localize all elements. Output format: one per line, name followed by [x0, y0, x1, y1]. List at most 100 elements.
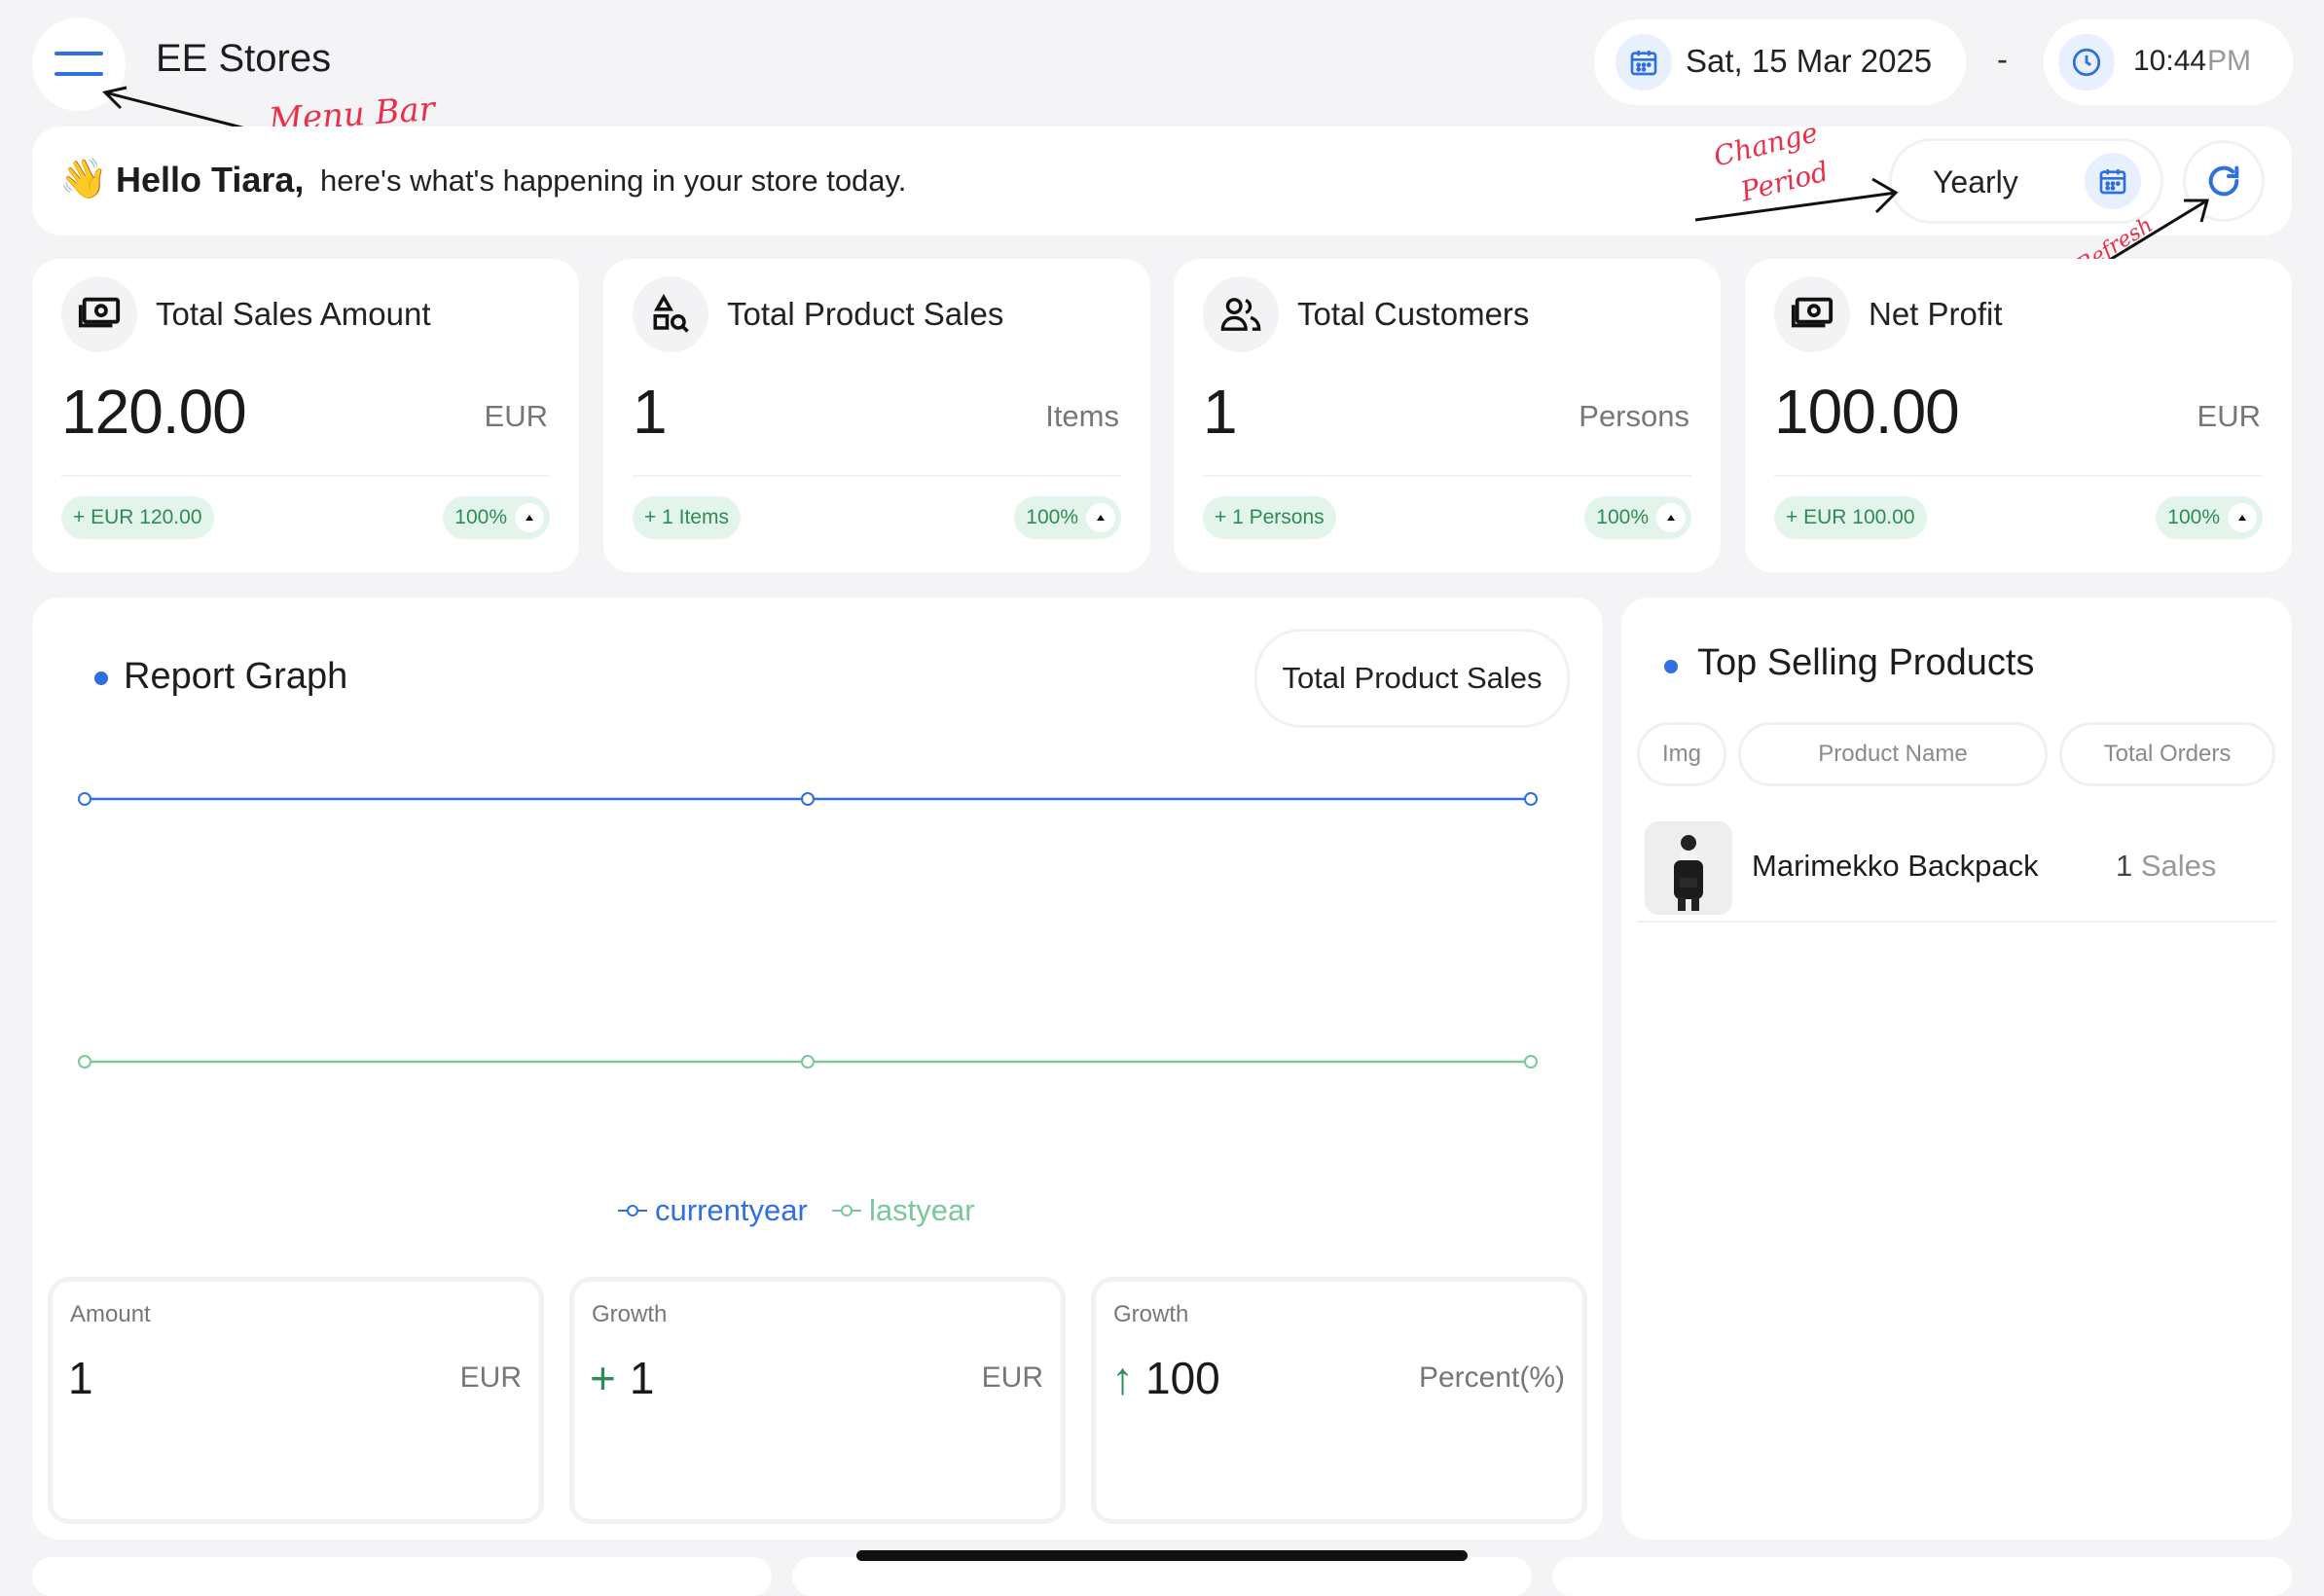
metric-value-row: ↑ 100: [1111, 1352, 1220, 1404]
metric-unit: Percent(%): [1418, 1361, 1565, 1394]
date-text: Sat, 15 Mar 2025: [1686, 43, 1933, 79]
waving-hand-icon: 👋: [59, 158, 108, 200]
top-selling-title: Top Selling Products: [1697, 642, 2035, 683]
bottom-card-2: [792, 1557, 1532, 1596]
product-sales-count: 1 Sales: [2116, 849, 2216, 884]
metric-label: Amount: [70, 1301, 151, 1327]
arrow-up-icon: [515, 503, 544, 532]
legend-lastyear[interactable]: lastyear: [832, 1193, 975, 1228]
bullet-dot: [94, 671, 108, 685]
data-point-lastyear-2[interactable]: [1524, 1055, 1538, 1069]
arrow-up-icon: [1656, 503, 1686, 532]
kpi-percent-text: 100%: [1026, 506, 1078, 528]
kpi-title: Net Profit: [1869, 296, 2003, 332]
column-header-total-orders[interactable]: Total Orders: [2059, 722, 2275, 786]
kpi-card-total-sales-amount: Total Sales Amount 120.00 EUR + EUR 120.…: [32, 259, 579, 572]
kpi-percent-badge: 100%: [443, 496, 550, 539]
kpi-percent-text: 100%: [1596, 506, 1649, 528]
kpi-percent-badge: 100%: [2156, 496, 2263, 539]
legend-label: lastyear: [869, 1193, 975, 1227]
data-point-currentyear-0[interactable]: [78, 792, 91, 806]
time-text: 10:44: [2133, 45, 2207, 77]
data-point-lastyear-1[interactable]: [801, 1055, 815, 1069]
greeting-message: here's what's happening in your store to…: [320, 163, 907, 198]
period-value: Yearly: [1933, 164, 2018, 200]
sales-count-suffix: Sales: [2140, 849, 2217, 883]
divider: [61, 475, 550, 477]
bottom-card-3: [1552, 1557, 2292, 1596]
metric-value: 1: [629, 1353, 655, 1403]
kpi-percent-badge: 100%: [1584, 496, 1691, 539]
shapes-search-icon: [633, 276, 708, 352]
legend-line-marker-icon: [618, 1205, 647, 1216]
calendar-icon: [1616, 34, 1672, 91]
report-metric-selector-label: Total Product Sales: [1282, 661, 1543, 695]
backpack-person-image: [1645, 821, 1732, 915]
kpi-unit: EUR: [2197, 399, 2261, 433]
kpi-value: 1: [633, 377, 668, 447]
report-graph-panel: Report Graph Total Product Sales current…: [32, 598, 1603, 1540]
line-chart: [78, 792, 1538, 1069]
hamburger-menu-icon: [54, 52, 103, 76]
kpi-delta-badge: + 1 Items: [633, 496, 741, 539]
kpi-delta-badge: + EUR 100.00: [1774, 496, 1927, 539]
plus-icon: +: [590, 1353, 616, 1403]
arrow-up-icon: ↑: [1111, 1353, 1134, 1403]
arrow-up-icon: [2228, 503, 2257, 532]
column-header-product-name[interactable]: Product Name: [1738, 722, 2048, 786]
table-row[interactable]: Marimekko Backpack 1 Sales: [1637, 808, 2275, 923]
data-point-lastyear-0[interactable]: [78, 1055, 91, 1069]
divider: [633, 475, 1121, 477]
kpi-title: Total Sales Amount: [156, 296, 431, 332]
home-indicator[interactable]: [856, 1550, 1468, 1561]
data-point-currentyear-2[interactable]: [1524, 792, 1538, 806]
kpi-card-net-profit: Net Profit 100.00 EUR + EUR 100.00 100%: [1745, 259, 2292, 572]
kpi-percent-text: 100%: [2167, 506, 2220, 528]
divider: [1203, 475, 1691, 477]
kpi-value: 120.00: [61, 377, 247, 447]
ampm-text: PM: [2207, 45, 2251, 77]
kpi-value: 1: [1203, 377, 1238, 447]
time-display[interactable]: 10:44 PM: [2044, 19, 2293, 105]
report-title: Report Graph: [124, 656, 348, 697]
metric-label: Growth: [592, 1301, 668, 1327]
metric-label: Growth: [1113, 1301, 1189, 1327]
kpi-percent-text: 100%: [454, 506, 507, 528]
sales-count-value: 1: [2116, 849, 2133, 883]
users-icon: [1203, 276, 1279, 352]
greeting-bar: 👋 Hello Tiara, here's what's happening i…: [32, 127, 2292, 236]
kpi-title: Total Customers: [1297, 296, 1530, 332]
kpi-percent-badge: 100%: [1014, 496, 1121, 539]
kpi-unit: Persons: [1579, 399, 1689, 433]
bullet-dot: [1664, 660, 1678, 673]
legend-label: currentyear: [655, 1193, 808, 1227]
kpi-delta-badge: + EUR 120.00: [61, 496, 214, 539]
legend-line-marker-icon: [832, 1205, 861, 1216]
data-point-currentyear-1[interactable]: [801, 792, 815, 806]
divider: [1774, 475, 2263, 477]
greeting-name: Hello Tiara,: [116, 160, 305, 200]
product-name: Marimekko Backpack: [1752, 849, 2039, 883]
kpi-delta-badge: + 1 Persons: [1203, 496, 1336, 539]
metric-value-row: +1: [590, 1352, 654, 1404]
column-header-img[interactable]: Img: [1637, 722, 1726, 786]
kpi-title: Total Product Sales: [727, 296, 1004, 332]
top-selling-panel: Top Selling Products Img Product Name To…: [1621, 598, 2292, 1540]
store-name: EE Stores: [156, 37, 332, 80]
metric-unit: EUR: [459, 1361, 522, 1394]
metric-card-growth-amount: Growth +1 EUR: [569, 1277, 1066, 1524]
arrow-up-icon: [1086, 503, 1115, 532]
date-display[interactable]: Sat, 15 Mar 2025: [1594, 19, 1966, 105]
metric-value: 100: [1145, 1353, 1220, 1403]
bottom-card-1: [32, 1557, 772, 1596]
kpi-value: 100.00: [1774, 377, 1960, 447]
report-metric-selector[interactable]: Total Product Sales: [1254, 629, 1570, 728]
kpi-unit: EUR: [484, 399, 548, 433]
metric-unit: EUR: [981, 1361, 1043, 1394]
legend-currentyear[interactable]: currentyear: [618, 1193, 808, 1228]
metric-value: 1: [68, 1353, 93, 1403]
clock-icon: [2058, 34, 2115, 91]
cash-icon: [61, 276, 137, 352]
datetime-separator: -: [1997, 41, 2008, 77]
metric-card-growth-percent: Growth ↑ 100 Percent(%): [1091, 1277, 1587, 1524]
